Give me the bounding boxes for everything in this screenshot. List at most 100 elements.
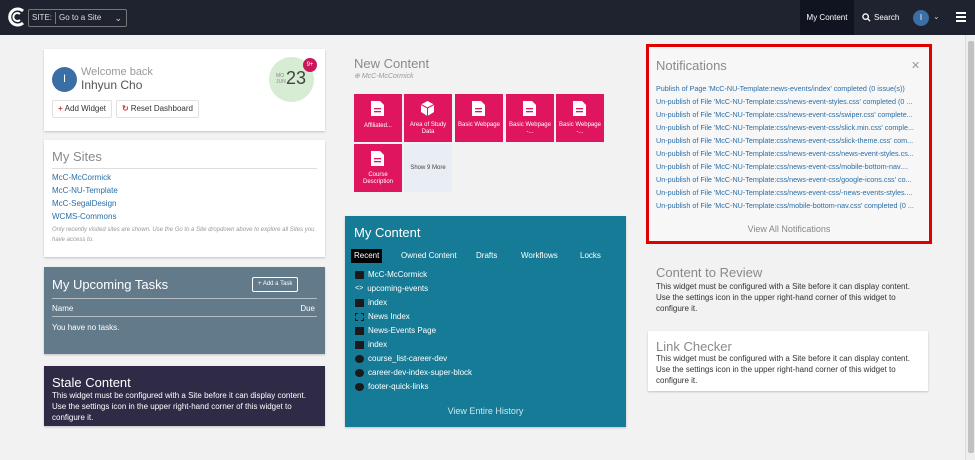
list-item[interactable]: McC-McCormick: [355, 269, 427, 281]
site-label: SITE:: [32, 13, 53, 22]
add-widget-label: Add Widget: [64, 104, 107, 113]
new-content-site-label: McC-McCormick: [361, 73, 414, 80]
site-select[interactable]: SITE: Go to a Site ⌄: [28, 9, 127, 27]
tile-label: Affiliated...: [364, 123, 392, 129]
tab-recent[interactable]: Recent: [351, 249, 383, 263]
list-item-label: News-Events Page: [368, 326, 437, 335]
link-checker-title: Link Checker: [656, 339, 732, 354]
tab-drafts[interactable]: Drafts: [473, 249, 500, 263]
tab-locks[interactable]: Locks: [577, 249, 604, 263]
tile-label: Basic Webpage -...: [559, 122, 601, 135]
document-icon: [472, 101, 485, 116]
reset-dashboard-button[interactable]: ↻ Reset Dashboard: [116, 100, 199, 118]
tab-owned-content[interactable]: Owned Content: [398, 249, 460, 263]
my-content-widget: My Content Recent Owned Content Drafts W…: [345, 216, 626, 427]
notification-badge[interactable]: 9+: [303, 58, 317, 72]
list-item[interactable]: footer-quick-links: [355, 381, 428, 393]
list-item[interactable]: career-dev-index-super-block: [355, 367, 472, 379]
date-day: 23: [286, 68, 307, 88]
plus-icon: +: [58, 104, 63, 113]
avatar: I: [52, 67, 77, 92]
site-link[interactable]: McC-NU-Template: [52, 186, 118, 195]
search-icon: [862, 13, 871, 22]
cascade-logo-icon[interactable]: [6, 6, 28, 28]
tasks-title: My Upcoming Tasks: [52, 277, 169, 292]
divider: [52, 168, 317, 169]
user-avatar[interactable]: I: [913, 10, 929, 26]
view-all-notifications-link[interactable]: View All Notifications: [649, 224, 929, 234]
col-due[interactable]: Due: [300, 304, 315, 313]
tile-label: Basic Webpage -...: [509, 122, 551, 135]
scrollbar-thumb[interactable]: [968, 41, 974, 453]
index-block-icon: [355, 312, 364, 321]
list-item[interactable]: course_list-career-dev: [355, 353, 447, 365]
document-icon: [523, 101, 536, 116]
new-content-tile[interactable]: Area of Study Data: [404, 94, 452, 142]
folder-icon: [355, 270, 364, 279]
site-link[interactable]: McC-McCormick: [52, 173, 111, 182]
notification-item[interactable]: Un-publish of File 'McC-NU-Template:css/…: [656, 136, 921, 145]
new-content-tile[interactable]: Affiliated...: [354, 94, 402, 142]
new-content-title: New Content: [354, 56, 430, 71]
site-link[interactable]: McC-SegalDesign: [52, 199, 116, 208]
close-icon[interactable]: ✕: [911, 59, 920, 72]
page-icon: [355, 298, 364, 307]
notification-item[interactable]: Un-publish of File 'McC-NU-Template:css/…: [656, 201, 921, 210]
notification-item[interactable]: Un-publish of File 'McC-NU-Template:css/…: [656, 162, 921, 171]
notifications-widget: Notifications ✕ Publish of Page 'McC-NU-…: [646, 44, 932, 244]
add-task-label: Add a Task: [262, 281, 293, 287]
stale-title: Stale Content: [52, 375, 131, 390]
tile-label: Basic Webpage: [458, 122, 500, 128]
new-content-tile[interactable]: Course Description: [354, 144, 402, 192]
user-name: Inhyun Cho: [81, 78, 143, 92]
show-more-tile[interactable]: Show 9 More: [404, 144, 452, 192]
add-widget-button[interactable]: + Add Widget: [52, 100, 113, 118]
list-item[interactable]: <> upcoming-events: [355, 283, 428, 295]
reset-dashboard-label: Reset Dashboard: [130, 104, 193, 113]
tab-workflows[interactable]: Workflows: [518, 249, 561, 263]
stale-message: This widget must be configured with a Si…: [52, 391, 306, 422]
stale-content-widget: Stale Content This widget must be config…: [44, 366, 325, 426]
document-icon: [573, 101, 586, 116]
new-content-tile[interactable]: Basic Webpage -...: [556, 94, 604, 142]
notification-item[interactable]: Un-publish of File 'McC-NU-Template:css/…: [656, 97, 921, 106]
list-item[interactable]: News-Events Page: [355, 325, 436, 337]
notification-item[interactable]: Un-publish of File 'McC-NU-Template:css/…: [656, 110, 921, 119]
link-checker-message: This widget must be configured with a Si…: [656, 354, 910, 385]
nav-search[interactable]: Search: [862, 0, 899, 35]
chevron-down-icon: ⌄: [114, 13, 122, 23]
tile-label: Area of Study Data: [409, 122, 447, 135]
notification-item[interactable]: Un-publish of File 'McC-NU-Template:css/…: [656, 175, 921, 184]
view-history-link[interactable]: View Entire History: [345, 406, 626, 416]
col-name[interactable]: Name: [52, 304, 73, 313]
nav-my-content[interactable]: My Content: [800, 0, 854, 35]
notification-item[interactable]: Un-publish of File 'McC-NU-Template:css/…: [656, 123, 921, 132]
list-item[interactable]: index: [355, 297, 387, 309]
list-item[interactable]: News Index: [355, 311, 410, 323]
block-icon: [355, 382, 364, 391]
new-content-site[interactable]: ⊕ McC-McCormick: [354, 72, 414, 80]
list-item-label: upcoming-events: [367, 284, 429, 293]
list-item-label: index: [368, 298, 388, 307]
list-item[interactable]: index: [355, 339, 387, 351]
nav-search-label: Search: [874, 13, 900, 22]
scrollbar[interactable]: [965, 35, 975, 460]
new-content-tile[interactable]: Basic Webpage: [455, 94, 503, 142]
list-item-label: News Index: [368, 312, 410, 321]
list-item-label: index: [368, 340, 388, 349]
hamburger-menu-icon[interactable]: [956, 12, 966, 22]
list-item-label: course_list-career-dev: [368, 354, 448, 363]
document-icon: [371, 101, 384, 116]
welcome-widget: I Welcome back Inhyun Cho MO JUN 23 9+ + A…: [44, 49, 325, 131]
notification-item[interactable]: Un-publish of File 'McC-NU-Template:css/…: [656, 188, 921, 197]
chevron-down-icon[interactable]: ⌄: [933, 12, 940, 21]
list-item-label: McC-McCormick: [368, 270, 428, 279]
new-content-tile[interactable]: Basic Webpage -...: [506, 94, 554, 142]
refresh-icon: ↻: [122, 104, 129, 113]
add-task-button[interactable]: + Add a Task: [252, 277, 299, 292]
site-link[interactable]: WCMS-Commons: [52, 212, 116, 221]
upcoming-tasks-widget: My Upcoming Tasks + Add a Task Name Due …: [44, 267, 325, 354]
notification-item[interactable]: Publish of Page 'McC-NU-Template:news-ev…: [656, 84, 921, 93]
notification-item[interactable]: Un-publish of File 'McC-NU-Template:css/…: [656, 149, 921, 158]
divider: [52, 298, 317, 299]
